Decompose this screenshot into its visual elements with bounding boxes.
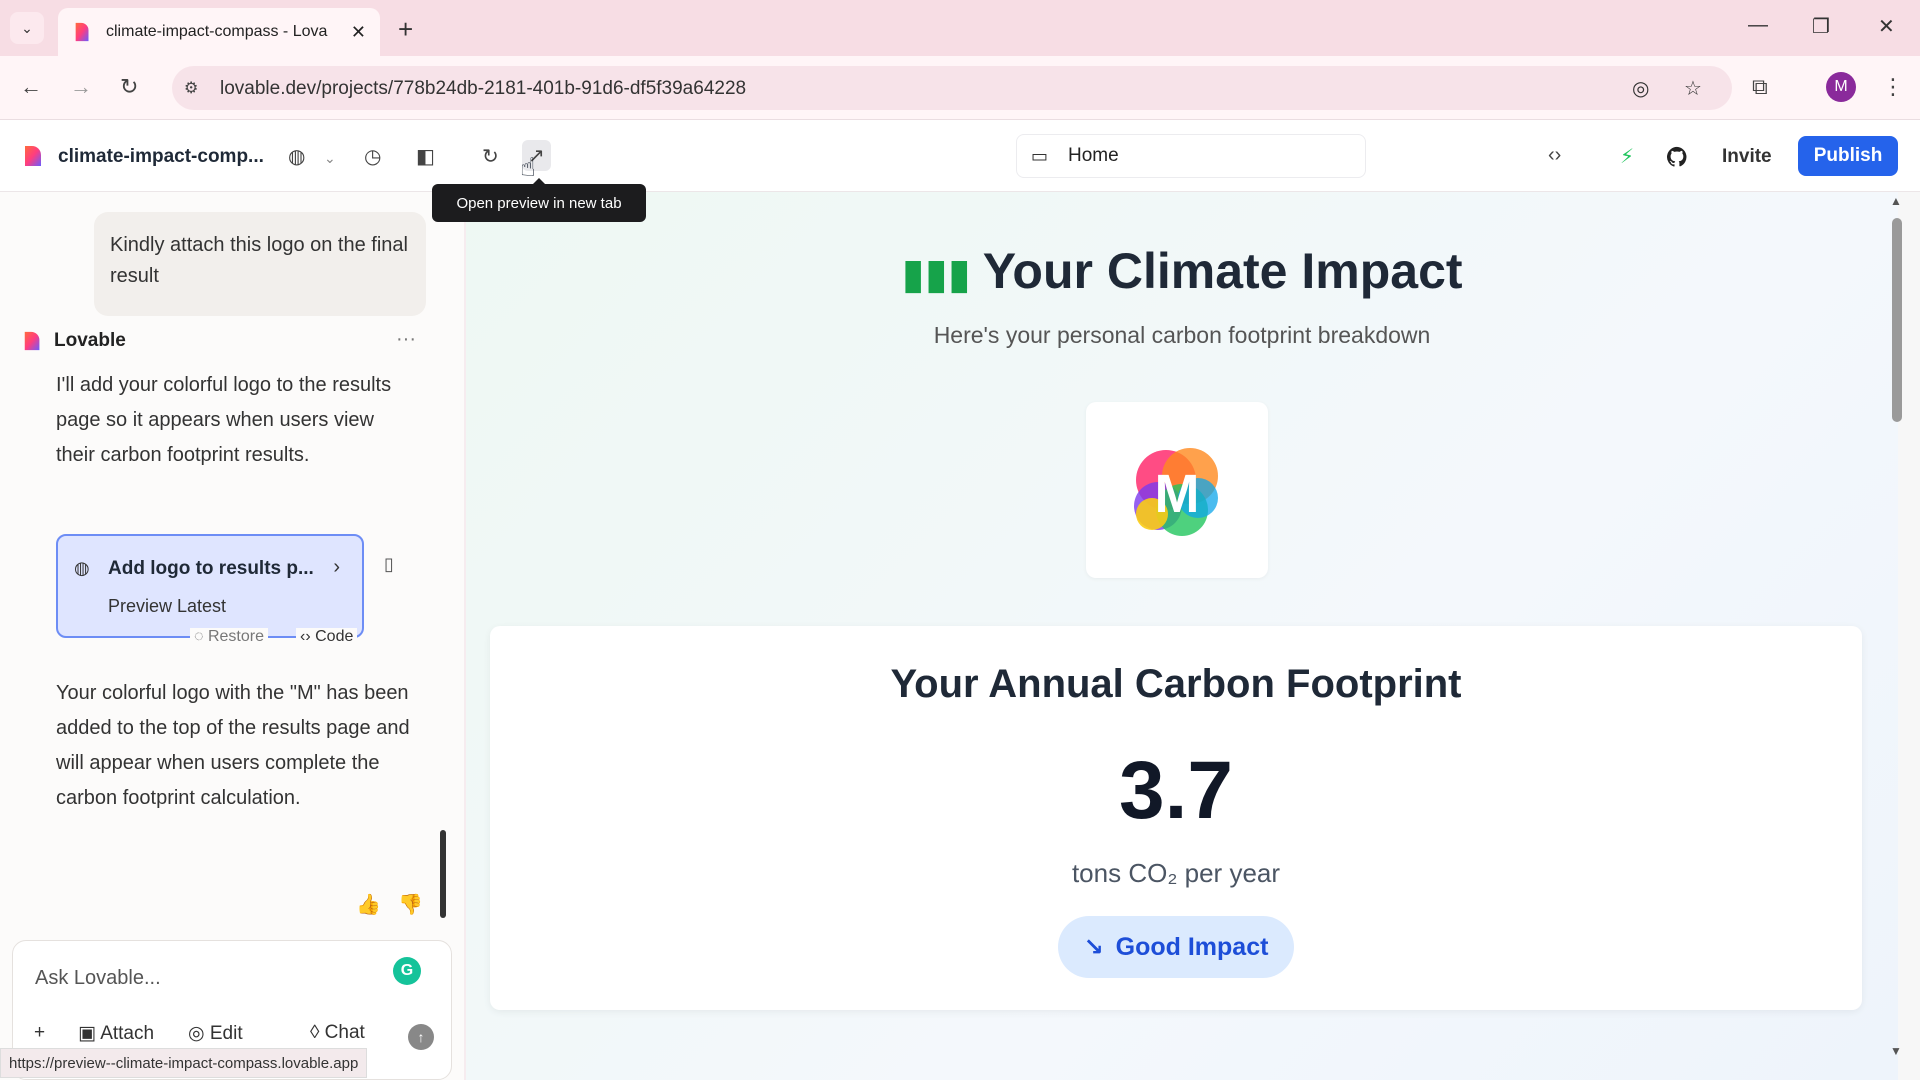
page-title: ▮▮▮ Your Climate Impact — [466, 242, 1898, 300]
preview-scrollbar-thumb[interactable] — [1892, 218, 1902, 422]
monitor-icon: ▭ — [1031, 145, 1049, 166]
browser-toolbar: ← → ↻ ⚙ lovable.dev/projects/778b24db-21… — [0, 56, 1920, 120]
plus-icon[interactable]: + — [34, 1022, 45, 1044]
image-icon: ▣ — [78, 1023, 101, 1044]
url-text: lovable.dev/projects/778b24db-2181-401b-… — [220, 78, 747, 99]
restore-icon: ◌ — [194, 628, 208, 645]
chat-label: Chat — [324, 1022, 365, 1043]
footprint-value: 3.7 — [1119, 745, 1233, 836]
new-tab-icon[interactable]: + — [398, 14, 413, 45]
footprint-title: Your Annual Carbon Footprint — [890, 662, 1462, 706]
close-window-icon[interactable]: ✕ — [1878, 14, 1895, 39]
user-message: Kindly attach this logo on the final res… — [94, 212, 426, 316]
app-header: climate-impact-comp... ◍ ⌄ ◷ ◧ ↻ ↗ ▭ Hom… — [0, 120, 1920, 192]
m-logo-letter: M — [1155, 464, 1200, 524]
browser-tab[interactable]: climate-impact-compass - Lova ✕ — [58, 8, 380, 56]
scroll-down-icon[interactable]: ▼ — [1890, 1044, 1902, 1058]
change-card-subtitle: Preview Latest — [108, 596, 227, 616]
publish-button[interactable]: Publish — [1798, 136, 1898, 176]
route-selector[interactable]: ▭ Home — [1016, 134, 1366, 178]
tab-search-button[interactable]: ⌄ — [10, 12, 44, 44]
change-card-title: Add logo to results p... — [108, 558, 314, 579]
assistant-message: Your colorful logo with the "M" has been… — [56, 682, 410, 809]
history-icon[interactable]: ◷ — [364, 144, 381, 169]
invite-button[interactable]: Invite — [1710, 140, 1784, 174]
code-icon[interactable]: ‹› — [1548, 144, 1561, 167]
bookmark-icon[interactable]: ▯ — [384, 554, 394, 575]
send-button[interactable]: ↑ — [408, 1024, 434, 1050]
assistant-name: Lovable — [54, 330, 126, 351]
page-title-text: Your Climate Impact — [982, 243, 1463, 299]
impact-badge: ↘ Good Impact — [1058, 916, 1294, 978]
supabase-icon[interactable]: ⚡ — [1620, 144, 1634, 169]
lovable-logo-icon[interactable] — [22, 144, 46, 168]
edit-label: Edit — [209, 1023, 243, 1044]
reload-icon[interactable]: ↻ — [120, 74, 138, 100]
address-bar[interactable]: ⚙ lovable.dev/projects/778b24db-2181-401… — [172, 66, 1732, 110]
target-icon: ◎ — [188, 1023, 210, 1044]
thumbs-up-icon[interactable]: 👍 — [356, 892, 381, 917]
edit-button[interactable]: ◎ Edit — [188, 1022, 243, 1045]
attach-label: Attach — [100, 1023, 155, 1044]
chat-scrollbar[interactable] — [440, 830, 446, 918]
impact-badge-label: Good Impact — [1115, 932, 1269, 961]
code-button[interactable]: ‹› Code — [296, 628, 358, 646]
forward-icon[interactable]: → — [70, 74, 92, 100]
m-logo-image: M — [1086, 402, 1268, 578]
lovable-logo-icon — [24, 331, 40, 351]
restore-window-icon[interactable]: ❐ — [1812, 14, 1830, 39]
page-subtitle: Here's your personal carbon footprint br… — [933, 322, 1431, 348]
browser-tab-bar: ⌄ climate-impact-compass - Lova ✕ + — ❐ … — [0, 0, 1920, 56]
route-label: Home — [1068, 145, 1119, 166]
close-tab-icon[interactable]: ✕ — [351, 22, 366, 43]
bar-chart-icon: ▮▮▮ — [901, 250, 971, 297]
change-card[interactable]: ◍ Add logo to results p... › Preview Lat… — [56, 534, 364, 638]
code-label: Code — [315, 628, 354, 645]
profile-avatar[interactable]: M — [1826, 72, 1856, 102]
trend-down-icon: ↘ — [1083, 933, 1104, 961]
more-options-icon[interactable]: ··· — [396, 328, 416, 351]
minimize-icon[interactable]: — — [1748, 14, 1768, 37]
scroll-up-icon[interactable]: ▲ — [1890, 194, 1902, 208]
attach-button[interactable]: ▣ Attach — [78, 1022, 154, 1045]
github-icon[interactable] — [1666, 146, 1688, 168]
chat-panel: Kindly attach this logo on the final res… — [0, 192, 464, 1080]
assistant-message: I'll add your colorful logo to the resul… — [56, 374, 392, 466]
lovable-favicon-icon — [75, 22, 89, 42]
sidebar-toggle-icon[interactable]: ◧ — [416, 144, 435, 169]
status-bar-url: https://preview--climate-impact-compass.… — [0, 1048, 368, 1078]
chevron-right-icon: › — [333, 556, 340, 578]
menu-icon[interactable]: ⋮ — [1882, 74, 1904, 100]
chat-input-placeholder: Ask Lovable... — [35, 967, 161, 989]
tab-title: climate-impact-compass - Lova — [106, 23, 328, 40]
back-icon[interactable]: ← — [20, 74, 42, 100]
footprint-unit: tons CO₂ per year — [1071, 858, 1281, 888]
grammarly-icon[interactable]: G — [393, 957, 421, 985]
extensions-icon[interactable]: ⧉ — [1752, 74, 1768, 100]
eye-off-icon[interactable]: ◎ — [1632, 76, 1649, 101]
restore-label: Restore — [207, 628, 264, 645]
chevron-down-icon: ⌄ — [21, 19, 33, 36]
thumbs-down-icon[interactable]: 👎 — [398, 892, 423, 917]
site-info-icon[interactable]: ⚙ — [184, 78, 198, 98]
tooltip: Open preview in new tab — [432, 178, 646, 222]
mouse-cursor-icon: ☝ — [520, 152, 536, 182]
code-icon: ‹› — [300, 628, 316, 645]
assistant-header: Lovable — [22, 330, 126, 352]
chat-mode-button[interactable]: ◊ Chat — [310, 1022, 365, 1044]
preview-panel: ▮▮▮ Your Climate Impact Here's your perso… — [466, 192, 1898, 1080]
globe-icon: ◍ — [74, 558, 90, 578]
m-logo-graphic: M — [1134, 448, 1218, 536]
globe-icon[interactable]: ◍ — [288, 144, 305, 169]
restore-button[interactable]: ◌ Restore — [190, 628, 268, 646]
lightbulb-icon: ◊ — [310, 1022, 325, 1043]
star-icon[interactable]: ☆ — [1684, 76, 1702, 101]
project-name[interactable]: climate-impact-comp... — [58, 146, 264, 168]
refresh-preview-icon[interactable]: ↻ — [482, 144, 499, 169]
chevron-down-icon[interactable]: ⌄ — [324, 150, 336, 167]
footprint-card: Your Annual Carbon Footprint 3.7 tons CO… — [490, 626, 1862, 1010]
